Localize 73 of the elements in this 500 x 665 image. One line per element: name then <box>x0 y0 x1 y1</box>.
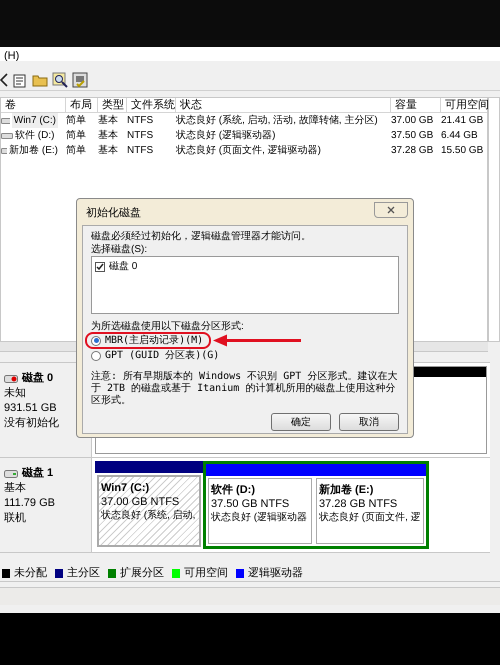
partition-size: 37.50 GB NTFS <box>211 497 290 511</box>
column-header[interactable]: 布局 <box>66 98 98 112</box>
table-cell-text: 6.44 GB <box>440 129 479 143</box>
column-header[interactable]: 卷 <box>1 98 66 112</box>
partition-size: 37.28 GB NTFS <box>319 497 398 511</box>
table-cell-text: 状态良好 (逻辑驱动器) <box>175 128 276 143</box>
disk-list[interactable]: 磁盘 0 <box>91 256 399 314</box>
table-cell-text: 状态良好 (系统, 启动, 活动, 故障转储, 主分区) <box>175 114 379 128</box>
table-cell-text: NTFS <box>126 144 154 158</box>
properties-icon[interactable] <box>12 72 28 88</box>
partition-status: 状态良好 (页面文件, 逻 <box>319 511 421 525</box>
disk-list-label: 选择磁盘(S): <box>91 243 148 256</box>
partition-title: 新加卷 (E:) <box>319 483 374 497</box>
disk-info-text: 未知 <box>4 386 27 401</box>
partition-title: 软件 (D:) <box>211 483 256 497</box>
disk-info-text: 111.79 GB <box>4 496 56 511</box>
table-cell-text: NTFS <box>126 114 154 128</box>
partition-title: Win7 (C:) <box>101 481 150 495</box>
partition-status: 状态良好 (系统, 启动, <box>101 509 196 523</box>
dialog-note: 注意: 所有早期版本的 Windows 不识别 GPT 分区形式。建议在大于 2TB 的磁盘或基于 Itanium 的计算机所用的磁盘上使用这种分区形式。 <box>91 371 398 407</box>
table-cell-text: 新加卷 (E:) <box>9 144 58 158</box>
table-cell-text: 37.28 GB <box>390 144 434 158</box>
dialog-message: 磁盘必须经过初始化，逻辑磁盘管理器才能访问。 <box>91 230 312 243</box>
legend-label: 可用空间 <box>184 566 228 582</box>
legend-label: 扩展分区 <box>120 566 164 582</box>
table-cell-text: 简单 <box>65 144 87 158</box>
table-cell-text: 37.50 GB <box>390 129 434 143</box>
partition-status: 状态良好 (逻辑驱动器 <box>211 511 308 525</box>
table-cell-text: 基本 <box>97 128 119 143</box>
close-icon <box>387 206 395 214</box>
disk-info-text: 基本 <box>4 481 27 496</box>
partition-size: 37.00 GB NTFS <box>101 495 180 509</box>
disk-check-icon[interactable] <box>72 72 88 88</box>
drive-icon <box>1 146 8 154</box>
legend-label: 未分配 <box>14 566 47 582</box>
checkbox[interactable] <box>95 262 105 272</box>
disk-list-item[interactable]: 磁盘 0 <box>95 260 395 273</box>
menu-item[interactable]: (H) <box>4 51 20 61</box>
partition-style-label: 为所选磁盘使用以下磁盘分区形式: <box>91 320 245 333</box>
table-cell-text: NTFS <box>126 129 154 143</box>
dialog-title: 初始化磁盘 <box>85 206 141 221</box>
table-cell-text: 状态良好 (页面文件, 逻辑驱动器) <box>175 144 322 158</box>
table-cell: Win7 (C:) <box>12 113 58 128</box>
dialog-button[interactable]: 取消 <box>339 413 399 431</box>
legend-label: 逻辑驱动器 <box>248 566 303 582</box>
table-cell-text: 15.50 GB <box>440 144 484 158</box>
magnifier-icon[interactable] <box>52 72 68 88</box>
column-header[interactable]: 容量 <box>391 98 441 112</box>
column-header[interactable]: 类型 <box>98 98 127 112</box>
drive-icon <box>1 116 10 124</box>
close-button[interactable] <box>374 202 408 218</box>
disk-error-icon <box>4 374 18 384</box>
legend-label: 主分区 <box>67 566 100 582</box>
disk-name: 磁盘 1 <box>22 466 54 481</box>
column-header[interactable]: 文件系统 <box>127 98 176 112</box>
dialog-button[interactable]: 确定 <box>271 413 331 431</box>
disk-info-text: 联机 <box>4 511 27 526</box>
disk-info-text: 没有初始化 <box>4 416 60 431</box>
table-cell-text: 21.41 GB <box>440 114 484 128</box>
table-cell-text: 基本 <box>97 144 119 158</box>
table-cell-text: 软件 (D:) <box>15 129 54 143</box>
radio-option[interactable]: MBR(主启动记录)(M) <box>91 333 399 348</box>
table-cell-text: 简单 <box>65 128 87 143</box>
radio-button[interactable] <box>91 336 101 346</box>
radio-option[interactable]: GPT (GUID 分区表)(G) <box>91 348 399 363</box>
disk-info-text: 931.51 GB <box>4 401 58 416</box>
table-cell-text: 37.00 GB <box>390 114 434 128</box>
table-cell-text: 简单 <box>65 114 87 128</box>
drive-icon <box>1 132 13 140</box>
radio-button[interactable] <box>91 350 101 360</box>
disk-name: 磁盘 0 <box>22 371 54 386</box>
table-cell-text: 基本 <box>97 114 119 128</box>
column-header[interactable]: 状态 <box>176 98 391 112</box>
